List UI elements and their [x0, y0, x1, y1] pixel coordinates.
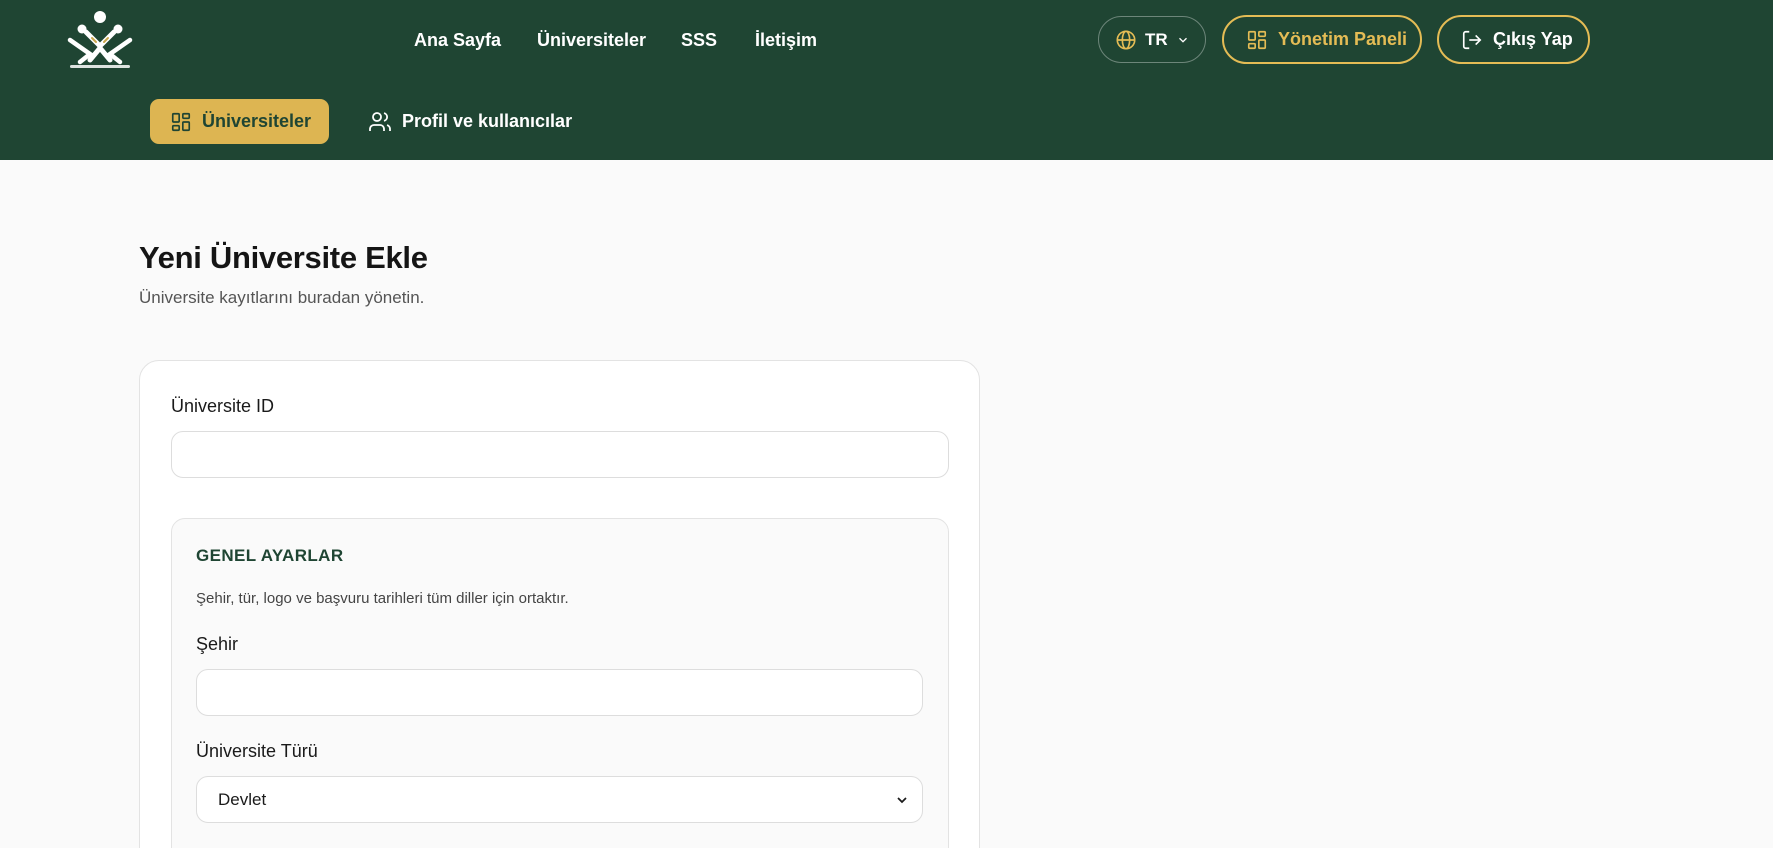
nav-faq[interactable]: SSS: [681, 28, 717, 52]
language-selector[interactable]: TR: [1098, 16, 1206, 63]
city-label: Şehir: [196, 634, 239, 654]
users-icon: [368, 110, 392, 134]
logout-icon: [1461, 29, 1483, 51]
logout-label: Çıkış Yap: [1493, 29, 1573, 49]
university-type-select[interactable]: Devlet: [196, 776, 923, 823]
general-settings-title: GENEL AYARLAR: [196, 546, 344, 565]
page-title: Yeni Üniversite Ekle: [139, 240, 428, 275]
nav-home[interactable]: Ana Sayfa: [414, 28, 501, 52]
general-settings-description: Şehir, tür, logo ve başvuru tarihleri tü…: [196, 590, 569, 607]
tab-universities-label: Üniversiteler: [202, 111, 312, 131]
university-type-label: Üniversite Türü: [196, 741, 318, 761]
admin-panel-label: Yönetim Paneli: [1278, 29, 1408, 49]
globe-icon: [1115, 29, 1137, 51]
tab-profiles-label: Profil ve kullanıcılar: [402, 111, 573, 131]
nav-contact[interactable]: İletişim: [755, 28, 817, 52]
university-id-label: Üniversite ID: [171, 396, 275, 416]
top-header: Ana Sayfa Üniversiteler SSS İletişim TR: [0, 0, 1773, 160]
university-id-input[interactable]: [171, 431, 949, 478]
dashboard-grid-icon: [1246, 29, 1268, 51]
university-type-value: Devlet: [218, 789, 267, 809]
language-code: TR: [1145, 29, 1168, 49]
dashboard-grid-icon: [170, 111, 192, 133]
union-logo-icon[interactable]: [66, 10, 134, 70]
chevron-down-icon: [1176, 33, 1190, 47]
tab-universities[interactable]: Üniversiteler: [150, 99, 329, 144]
chevron-down-icon: [894, 792, 910, 808]
admin-panel-button[interactable]: Yönetim Paneli: [1222, 15, 1422, 64]
nav-universities[interactable]: Üniversiteler: [537, 28, 646, 52]
logout-button[interactable]: Çıkış Yap: [1437, 15, 1590, 64]
page-subtitle: Üniversite kayıtlarını buradan yönetin.: [139, 288, 425, 307]
city-input[interactable]: [196, 669, 923, 716]
tab-profiles-users[interactable]: Profil ve kullanıcılar: [368, 99, 572, 144]
